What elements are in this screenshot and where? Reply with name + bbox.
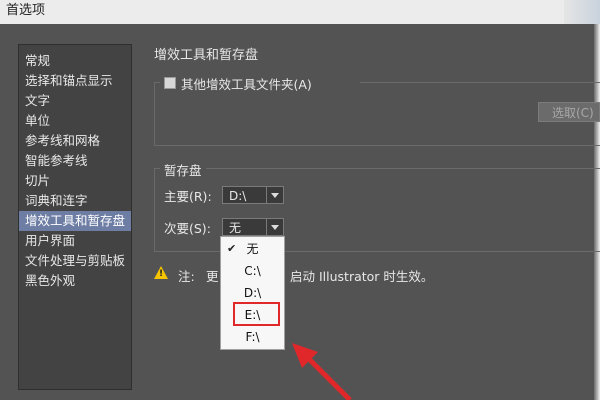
annotation-arrow: [292, 343, 352, 400]
arrow-shaft: [304, 354, 352, 400]
